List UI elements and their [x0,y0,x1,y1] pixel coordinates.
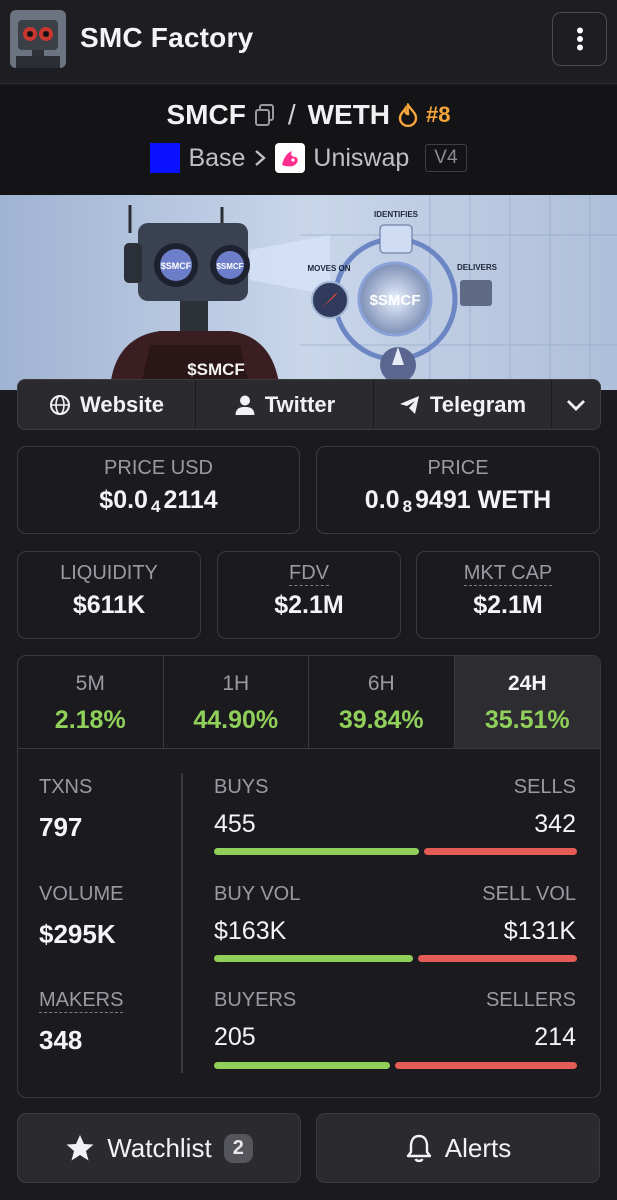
makers-value: 348 [39,1025,83,1055]
sell-vol-value: $131K [503,917,576,945]
robot-avatar[interactable] [10,10,66,68]
sell-vol-bar [417,955,577,962]
transaction-stats: TXNS 797 VOLUME $295K MAKERS 348 BUYS SE… [17,749,601,1098]
watchlist-label: Watchlist [107,1132,212,1163]
buyers-bar [214,1062,390,1069]
buys-value: 455 [214,810,256,838]
chevron-down-icon [567,399,585,411]
banner-step-right: DELIVERS [457,263,498,272]
banner-center: $SMCF [370,292,421,309]
globe-icon [50,394,71,415]
buys-label: BUYS [214,776,269,798]
chevron-right-icon [255,150,267,166]
watchlist-count-badge: 2 [223,1133,253,1163]
price-usd-value: $0.0 4 2114 [99,486,218,516]
tab-24h[interactable]: 24H 35.51% [454,656,600,748]
volume-value: $295K [39,919,116,949]
liquidity-value: $611K [72,591,146,619]
sell-vol-label: SELL VOL [482,883,576,905]
pair-separator: / [287,99,296,130]
base-chain-icon [150,143,181,173]
sells-value: 342 [534,810,576,838]
buy-vol-value: $163K [214,917,287,945]
makers-label[interactable]: MAKERS [39,989,124,1013]
tab-24h-change: 35.51% [484,706,570,734]
tab-1h-label: 1H [222,672,250,695]
sellers-bar [394,1062,577,1069]
mkt-cap-box[interactable]: MKT CAP $2.1M [416,551,600,639]
tab-5m-label: 5M [75,672,105,695]
chain-name[interactable]: Base [188,144,245,173]
sells-label: SELLS [513,776,576,798]
buyers-value: 205 [214,1023,256,1051]
buyers-label: BUYERS [214,989,297,1011]
tab-24h-label: 24H [507,672,547,695]
vertical-dots-icon [576,27,583,51]
price-usd-box: PRICE USD $0.0 4 2114 [17,446,300,534]
tab-1h[interactable]: 1H 44.90% [164,656,309,748]
fdv-value: $2.1M [274,591,344,619]
banner-eye-right: $SMCF [216,262,243,271]
top-bar: SMC Factory [0,0,617,84]
price-native-box: PRICE 0.0 8 9491 WETH [316,446,600,534]
timeframe-tabs: 5M 2.18% 1H 44.90% 6H 39.84% 24H 35.51% [17,655,601,749]
sellers-label: SELLERS [485,989,576,1011]
mkt-cap-label[interactable]: MKT CAP [463,562,553,586]
bell-icon [406,1134,431,1163]
buy-vol-label: BUY VOL [214,883,301,905]
twitter-label: Twitter [264,391,336,417]
fdv-label[interactable]: FDV [289,562,329,586]
buy-vol-bar [214,955,413,962]
tab-5m-change: 2.18% [54,706,126,734]
version-badge: V4 [425,144,467,172]
mkt-cap-value: $2.1M [473,591,543,619]
tab-6h-label: 6H [367,672,395,695]
watchlist-button[interactable]: Watchlist 2 [17,1113,301,1183]
banner-eye-left: $SMCF [161,261,192,271]
user-icon [235,395,255,415]
trending-rank[interactable]: #8 [426,102,450,128]
banner-step-top: IDENTIFIES [374,210,419,219]
price-label: PRICE [427,457,489,479]
website-link[interactable]: Website [18,380,196,429]
telegram-link[interactable]: Telegram [374,380,552,429]
base-token: SMCF [166,99,246,130]
banner-step-left: MOVES ON [307,264,350,273]
project-banner: $SMCF $SMCF $SMCF $SMCF IDENTIFIES DELIV… [0,195,617,390]
social-links-bar: Website Twitter Telegram [17,379,601,430]
stats-divider [181,773,183,1073]
sellers-value: 214 [534,1023,576,1051]
tab-6h[interactable]: 6H 39.84% [309,656,455,748]
uniswap-icon [275,143,306,173]
pair-header: SMCF / WETH #8 Base Uniswap V4 [0,85,617,195]
liquidity-box: LIQUIDITY $611K [17,551,201,639]
txns-value: 797 [39,812,83,842]
tab-5m[interactable]: 5M 2.18% [18,656,164,748]
volume-label: VOLUME [39,883,124,905]
buys-bar [214,848,419,855]
price-usd-label: PRICE USD [104,457,213,479]
tab-6h-change: 39.84% [338,706,424,734]
fdv-box[interactable]: FDV $2.1M [217,551,401,639]
telegram-label: Telegram [429,391,527,417]
dex-name[interactable]: Uniswap [313,144,409,173]
telegram-icon [399,395,419,414]
tab-1h-change: 44.90% [193,706,279,734]
more-links-button[interactable] [552,380,600,429]
website-label: Website [80,391,164,417]
alerts-button[interactable]: Alerts [316,1113,600,1183]
alerts-label: Alerts [444,1132,512,1163]
copy-icon[interactable] [254,103,276,127]
banner-robot-badge: $SMCF [187,360,245,379]
price-value: 0.0 8 9491 WETH [364,486,552,516]
liquidity-label: LIQUIDITY [60,562,158,584]
menu-button[interactable] [552,12,607,66]
app-title: SMC Factory [80,22,254,53]
star-icon [66,1135,94,1161]
txns-label: TXNS [39,776,93,798]
sells-bar [423,848,577,855]
twitter-link[interactable]: Twitter [196,380,374,429]
quote-token: WETH [307,99,391,130]
flame-icon [398,103,418,127]
